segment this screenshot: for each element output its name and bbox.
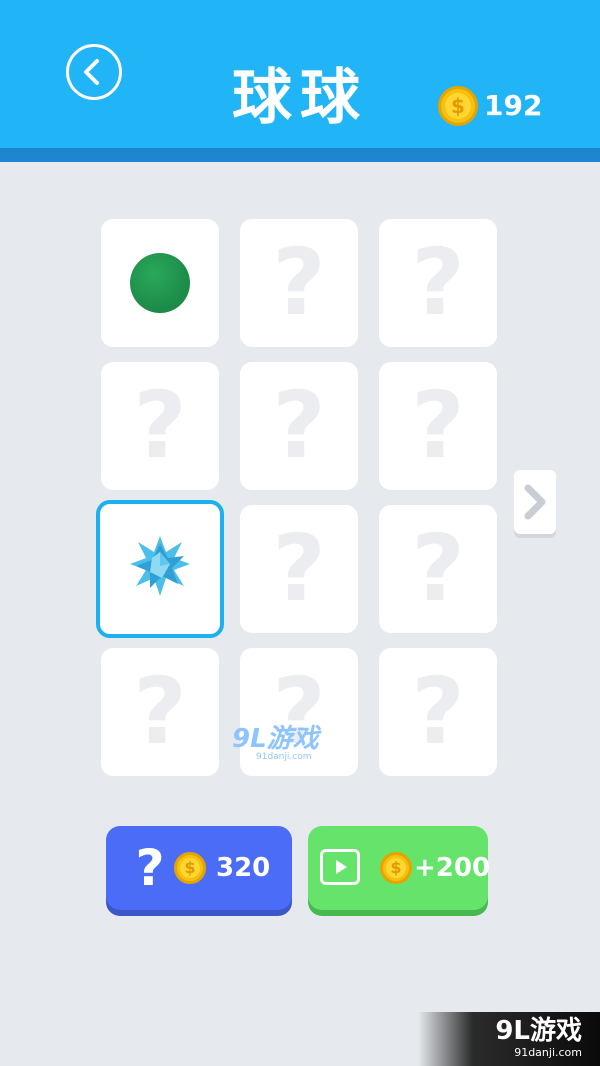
question-mark-icon: ? (272, 515, 326, 622)
question-mark-icon: ? (411, 229, 465, 336)
question-mark-icon: ? (411, 515, 465, 622)
question-mark-icon: ? (135, 839, 165, 897)
question-mark-icon: ? (133, 658, 187, 765)
header-strip (0, 148, 600, 162)
unlock-cost: 320 (216, 853, 271, 883)
next-page-button[interactable] (514, 470, 556, 534)
video-reward-amount: +200 (414, 853, 491, 883)
question-mark-icon: ? (272, 372, 326, 479)
watch-video-reward-button[interactable]: $ +200 (308, 826, 491, 910)
ball-tile-locked[interactable]: ? (240, 362, 358, 490)
watermark-logo: 9L游戏 91danji.com (232, 724, 319, 762)
corner-watermark: 9L游戏 91danji.com (418, 1012, 600, 1066)
ball-tile-locked[interactable]: ? (379, 648, 497, 776)
green-ball-icon (130, 253, 190, 313)
ball-tile-selected[interactable] (96, 500, 224, 638)
ball-tile-locked[interactable]: ? (240, 219, 358, 347)
coin-balance: 192 (484, 89, 543, 122)
coin-icon: $ (380, 852, 412, 884)
question-mark-icon: ? (272, 229, 326, 336)
star-ball-icon (130, 536, 190, 596)
coin-icon: $ (438, 86, 478, 126)
ball-tile-locked[interactable]: ? (101, 648, 219, 776)
ball-tile-locked[interactable]: ? (379, 362, 497, 490)
ball-tile-locked[interactable]: ? (379, 219, 497, 347)
unlock-random-ball-button[interactable]: ? $ 320 (106, 826, 292, 910)
ball-tile-locked[interactable]: ? (101, 362, 219, 490)
ball-tile-locked[interactable]: ? (379, 505, 497, 633)
question-mark-icon: ? (411, 658, 465, 765)
ball-tile-locked[interactable]: ? (240, 505, 358, 633)
question-mark-icon: ? (411, 372, 465, 479)
chevron-right-icon (524, 484, 546, 520)
coin-icon: $ (174, 852, 206, 884)
ball-tile-green[interactable] (101, 219, 219, 347)
play-video-icon (320, 849, 360, 885)
question-mark-icon: ? (133, 372, 187, 479)
